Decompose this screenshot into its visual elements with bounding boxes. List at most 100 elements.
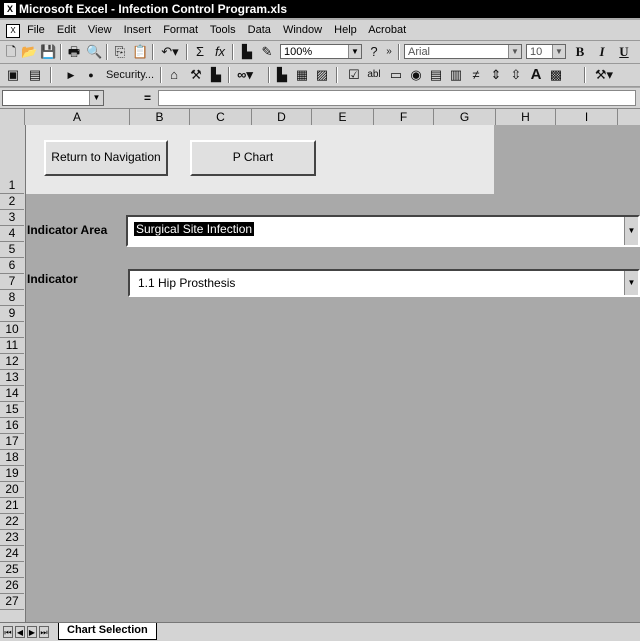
spin-button-icon[interactable]: ⇕: [488, 66, 504, 84]
new-file-icon[interactable]: 🗋: [3, 43, 19, 61]
menu-window[interactable]: Window: [283, 24, 322, 36]
return-to-navigation-button[interactable]: Return to Navigation: [44, 140, 168, 176]
row-header[interactable]: 18: [0, 450, 24, 466]
row-header[interactable]: 14: [0, 386, 24, 402]
toolbar-options-icon[interactable]: »: [384, 43, 394, 61]
textbox-icon[interactable]: abl: [366, 66, 382, 84]
column-header[interactable]: F: [374, 109, 434, 125]
p-chart-button[interactable]: P Chart: [190, 140, 316, 176]
drawing-icon[interactable]: ✎: [258, 43, 276, 61]
row-header[interactable]: 9: [0, 306, 24, 322]
more-controls-icon[interactable]: ⚒▾: [592, 66, 616, 84]
help-icon[interactable]: ?: [366, 43, 382, 61]
chevron-down-icon[interactable]: ▼: [624, 271, 638, 295]
row-header[interactable]: 19: [0, 466, 24, 482]
row-header[interactable]: 11: [0, 338, 24, 354]
image-icon[interactable]: ▩: [548, 66, 564, 84]
row-header[interactable]: 8: [0, 290, 24, 306]
row-header[interactable]: 4: [0, 226, 24, 242]
row-header[interactable]: 6: [0, 258, 24, 274]
row-header[interactable]: 26: [0, 578, 24, 594]
next-sheet-icon[interactable]: ▶: [27, 626, 37, 638]
row-header[interactable]: 16: [0, 418, 24, 434]
menu-file[interactable]: File: [27, 24, 45, 36]
run-macro-icon[interactable]: ▶: [66, 66, 76, 84]
underline-icon[interactable]: U: [616, 43, 632, 61]
insert-function-icon[interactable]: fx: [212, 43, 228, 61]
forms-icon[interactable]: ▣: [5, 66, 21, 84]
autosum-icon[interactable]: Σ: [192, 43, 208, 61]
indicator-dropdown[interactable]: 1.1 Hip Prosthesis ▼: [128, 269, 640, 297]
security-button[interactable]: Security...: [102, 66, 158, 84]
font-size-select[interactable]: 10 ▼: [526, 44, 566, 59]
visual-basic-icon[interactable]: ⌂: [166, 66, 182, 84]
menu-acrobat[interactable]: Acrobat: [368, 24, 406, 36]
name-box[interactable]: ▼: [2, 90, 104, 106]
link-icon[interactable]: ∞▾: [234, 66, 256, 84]
row-header[interactable]: 25: [0, 562, 24, 578]
checkbox-icon[interactable]: ☑: [346, 66, 362, 84]
italic-icon[interactable]: I: [594, 43, 610, 61]
first-sheet-icon[interactable]: ⏮: [3, 626, 13, 638]
copy-icon[interactable]: ⎘: [112, 43, 128, 61]
record-macro-icon[interactable]: ●: [86, 66, 96, 84]
row-header[interactable]: 17: [0, 434, 24, 450]
column-header[interactable]: I: [556, 109, 618, 125]
row-header[interactable]: 22: [0, 514, 24, 530]
combo-box-icon[interactable]: ▥: [448, 66, 464, 84]
row-header[interactable]: 21: [0, 498, 24, 514]
chart-wizard-icon[interactable]: ▙: [274, 66, 290, 84]
select-all-corner[interactable]: [0, 109, 25, 125]
column-header[interactable]: E: [312, 109, 374, 125]
menu-tools[interactable]: Tools: [210, 24, 236, 36]
worksheet-grid[interactable]: Return to Navigation P Chart Indicator A…: [26, 125, 640, 622]
row-header[interactable]: 20: [0, 482, 24, 498]
list-box-icon[interactable]: ▤: [428, 66, 444, 84]
font-select[interactable]: Arial ▼: [404, 44, 522, 59]
equals-icon[interactable]: =: [144, 90, 151, 106]
row-header[interactable]: 15: [0, 402, 24, 418]
row-header[interactable]: 13: [0, 370, 24, 386]
last-sheet-icon[interactable]: ⏭: [39, 626, 49, 638]
column-header[interactable]: C: [190, 109, 252, 125]
menu-format[interactable]: Format: [163, 24, 198, 36]
column-header[interactable]: G: [434, 109, 496, 125]
properties-icon[interactable]: ▦: [294, 66, 310, 84]
row-header[interactable]: 24: [0, 546, 24, 562]
toggle-button-icon[interactable]: ≠: [468, 66, 484, 84]
chart-icon[interactable]: ▙: [208, 66, 224, 84]
column-header[interactable]: A: [25, 109, 130, 125]
row-header[interactable]: 5: [0, 242, 24, 258]
menu-insert[interactable]: Insert: [124, 24, 152, 36]
row-header[interactable]: 12: [0, 354, 24, 370]
undo-icon[interactable]: ↶▾: [158, 43, 182, 61]
sheet-tab-chart-selection[interactable]: Chart Selection: [58, 623, 157, 640]
print-preview-icon[interactable]: 🔍: [86, 43, 102, 61]
option-button-icon[interactable]: ◉: [408, 66, 424, 84]
row-header[interactable]: 3: [0, 210, 24, 226]
chart-wizard-icon[interactable]: ▙: [238, 43, 256, 61]
column-header[interactable]: D: [252, 109, 312, 125]
design-mode-icon[interactable]: ⚒: [188, 66, 204, 84]
save-icon[interactable]: 💾: [40, 43, 56, 61]
row-header[interactable]: 2: [0, 194, 24, 210]
view-code-icon[interactable]: ▨: [314, 66, 330, 84]
row-header[interactable]: 23: [0, 530, 24, 546]
label-icon[interactable]: A: [528, 66, 544, 84]
print-icon[interactable]: 🖶: [66, 43, 82, 61]
row-header[interactable]: 1: [0, 125, 24, 194]
control-toolbox-icon[interactable]: ▤: [27, 66, 43, 84]
chevron-down-icon[interactable]: ▼: [624, 217, 638, 245]
bold-icon[interactable]: B: [572, 43, 588, 61]
previous-sheet-icon[interactable]: ◀: [15, 626, 25, 638]
menu-view[interactable]: View: [88, 24, 112, 36]
menu-edit[interactable]: Edit: [57, 24, 76, 36]
row-header[interactable]: 7: [0, 274, 24, 290]
column-header[interactable]: H: [496, 109, 556, 125]
scroll-bar-icon[interactable]: ⇳: [508, 66, 524, 84]
formula-input[interactable]: [158, 90, 636, 106]
indicator-area-dropdown[interactable]: Surgical Site Infection ▼: [126, 215, 640, 247]
menu-data[interactable]: Data: [248, 24, 271, 36]
open-folder-icon[interactable]: 📂: [21, 43, 37, 61]
menu-help[interactable]: Help: [334, 24, 357, 36]
